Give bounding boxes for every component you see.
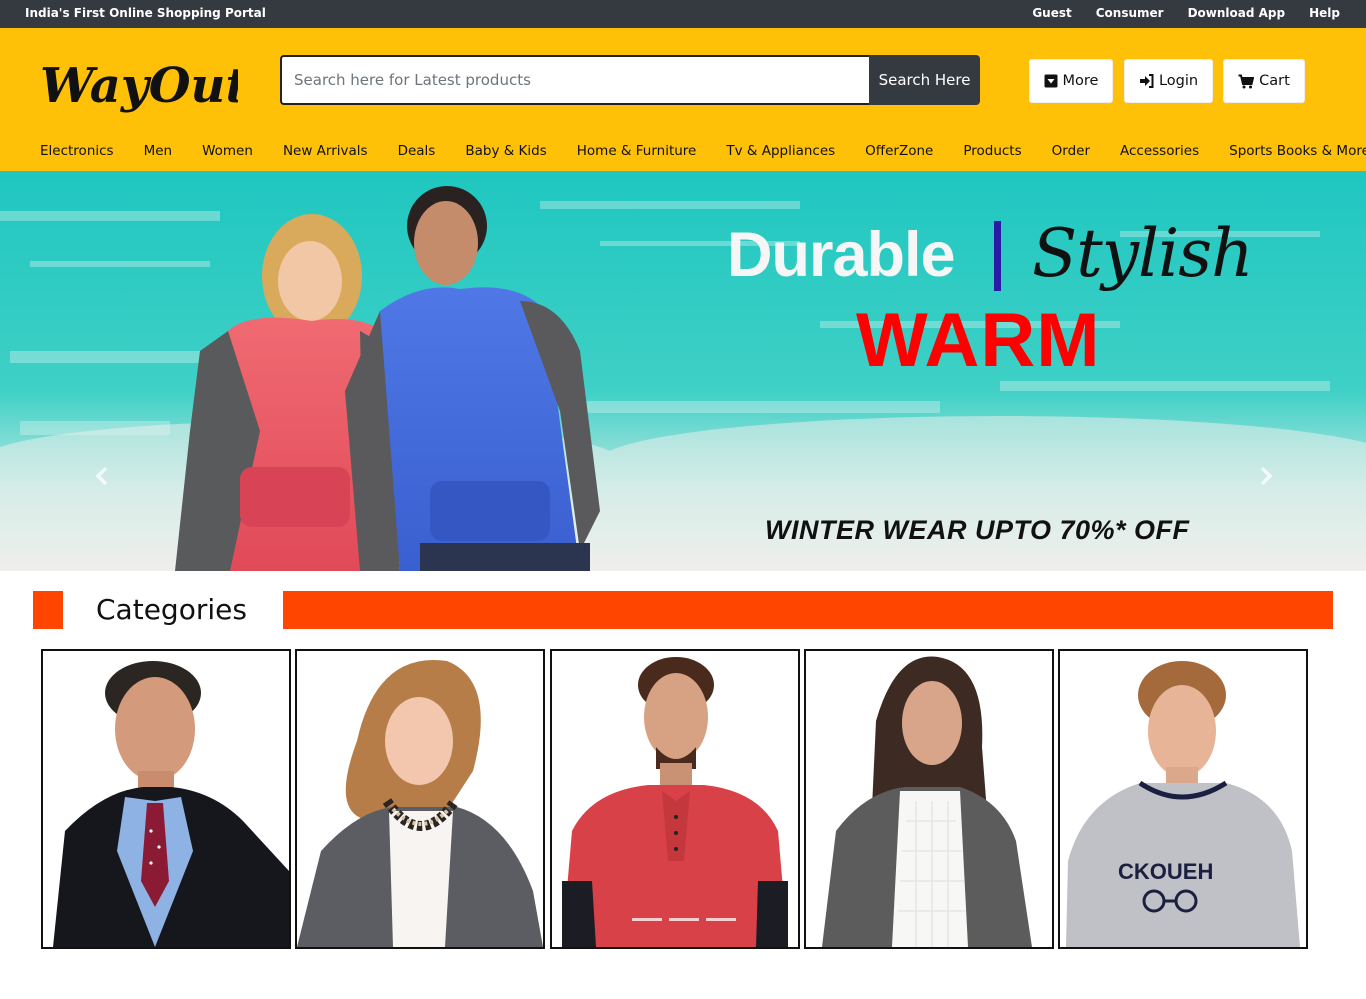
search-button[interactable]: Search Here: [869, 55, 980, 105]
caret-square-icon: [1044, 74, 1058, 88]
login-label: Login: [1158, 73, 1199, 89]
login-button[interactable]: Login: [1124, 59, 1213, 103]
top-bar: India's First Online Shopping Portal Gue…: [0, 0, 1366, 28]
carousel-indicator[interactable]: [706, 918, 736, 921]
tagline: India's First Online Shopping Portal: [25, 6, 266, 20]
chevron-left-icon: [95, 466, 108, 486]
man-suit-image: [43, 651, 289, 947]
hero-word-durable: Durable: [727, 220, 956, 290]
category-card-man-tshirt[interactable]: CKOUEH: [1058, 649, 1308, 949]
nav-home-furniture[interactable]: Home & Furniture: [562, 141, 712, 161]
carousel-indicator[interactable]: [632, 918, 662, 921]
consumer-link[interactable]: Consumer: [1096, 6, 1164, 20]
man-henley-image: [552, 651, 798, 947]
nav-tv-appliances[interactable]: Tv & Appliances: [711, 141, 850, 161]
logo[interactable]: WayOut: [38, 50, 248, 122]
hero-carousel[interactable]: Durable Stylish WARM WINTER WEAR UPTO 70…: [0, 171, 1366, 571]
nav-accessories[interactable]: Accessories: [1105, 141, 1214, 161]
hero-word-warm: WARM: [856, 298, 1101, 383]
carousel-indicators: [632, 918, 736, 921]
nav-sports-books-more[interactable]: Sports Books & More: [1214, 141, 1366, 161]
carousel-next-button[interactable]: [1250, 461, 1280, 491]
woman-cardigan-image: [806, 651, 1052, 947]
guest-link[interactable]: Guest: [1032, 6, 1071, 20]
header: WayOut Search Here More Login Cart Elect…: [0, 28, 1366, 171]
carousel-indicator[interactable]: [669, 918, 699, 921]
category-card-man-suit[interactable]: [41, 649, 291, 949]
nav-new-arrivals[interactable]: New Arrivals: [268, 141, 383, 161]
nav-baby-kids[interactable]: Baby & Kids: [450, 141, 561, 161]
categories-header: Categories: [33, 591, 1333, 629]
category-card-man-henley[interactable]: [550, 649, 800, 949]
chevron-right-icon: [1260, 466, 1273, 486]
nav-order[interactable]: Order: [1037, 141, 1105, 161]
category-card-woman-blazer[interactable]: [295, 649, 545, 949]
hero-offer-text: WINTER WEAR UPTO 70%* OFF: [765, 515, 1190, 545]
more-button[interactable]: More: [1029, 59, 1113, 103]
nav-men[interactable]: Men: [129, 141, 188, 161]
nav-deals[interactable]: Deals: [383, 141, 451, 161]
category-card-woman-cardigan[interactable]: [804, 649, 1054, 949]
help-link[interactable]: Help: [1309, 6, 1340, 20]
nav-women[interactable]: Women: [187, 141, 268, 161]
logo-image: WayOut: [40, 58, 248, 114]
cart-button[interactable]: Cart: [1223, 59, 1305, 103]
category-nav: Electronics Men Women New Arrivals Deals…: [25, 141, 1366, 161]
nav-electronics[interactable]: Electronics: [25, 141, 129, 161]
nav-products[interactable]: Products: [948, 141, 1036, 161]
cart-icon: [1238, 74, 1255, 88]
nav-offerzone[interactable]: OfferZone: [850, 141, 948, 161]
search-input[interactable]: [280, 55, 869, 105]
logo-text: WayOut: [40, 58, 238, 114]
woman-blazer-image: [297, 651, 543, 947]
categories-title: Categories: [96, 593, 247, 626]
hero-divider: [994, 221, 1001, 291]
categories-accent-square: [33, 591, 63, 629]
download-app-link[interactable]: Download App: [1188, 6, 1286, 20]
search-bar: Search Here: [280, 55, 980, 105]
tshirt-print-text: CKOUEH: [1118, 859, 1213, 884]
man-tshirt-image: CKOUEH: [1060, 651, 1306, 947]
carousel-prev-button[interactable]: [88, 461, 118, 491]
hero-headline: Durable Stylish: [727, 215, 1327, 299]
hero-word-stylish: Stylish: [1032, 215, 1254, 292]
cart-label: Cart: [1259, 73, 1290, 89]
categories-accent-bar: [283, 591, 1333, 629]
sign-in-icon: [1139, 74, 1154, 88]
top-links: Guest Consumer Download App Help: [1032, 6, 1340, 20]
more-label: More: [1062, 73, 1099, 89]
